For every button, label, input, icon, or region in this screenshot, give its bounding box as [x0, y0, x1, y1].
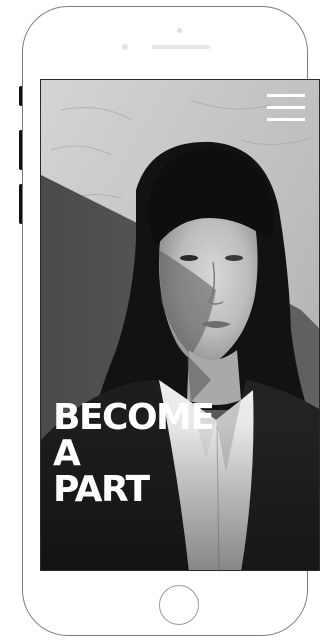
earpiece-speaker: [152, 45, 210, 49]
phone-screen: BECOME A PART: [40, 79, 320, 571]
home-button-icon[interactable]: [159, 585, 199, 625]
hamburger-menu-button[interactable]: [267, 92, 305, 122]
hamburger-menu-icon-bar: [267, 118, 305, 121]
device-mockup: BECOME A PART: [0, 0, 331, 644]
front-camera: [122, 44, 128, 50]
hamburger-menu-icon-bar: [267, 106, 305, 109]
hero-headline-line: BECOME: [53, 397, 215, 438]
hero-headline: BECOME A PART: [53, 397, 215, 510]
hero-headline-line: A: [53, 433, 81, 474]
hamburger-menu-icon: [267, 94, 305, 97]
hero-headline-line: PART: [53, 469, 150, 510]
proximity-sensor: [177, 28, 182, 33]
